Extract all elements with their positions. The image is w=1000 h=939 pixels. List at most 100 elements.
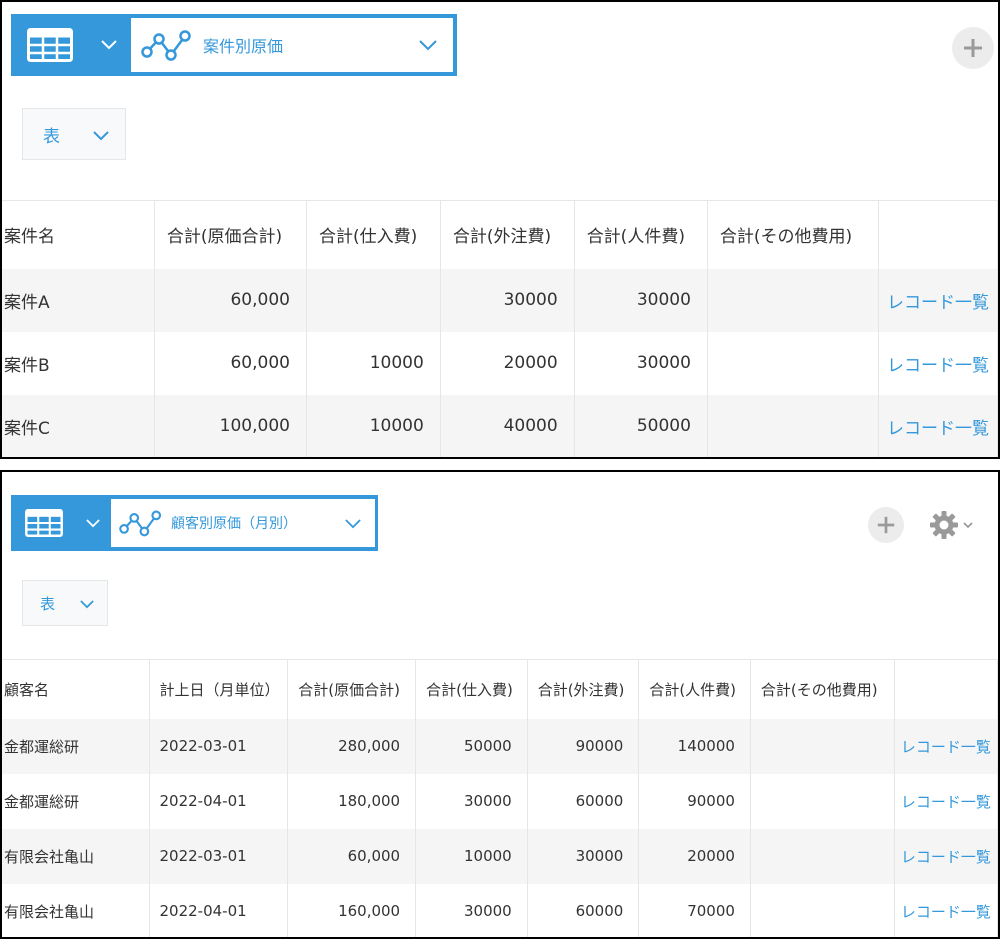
posting-date-cell: 2022-03-01 — [149, 828, 289, 884]
column-header: 顧客名 — [2, 659, 150, 719]
labor-cost-cell: 140000 — [638, 718, 751, 774]
project-name-cell: 案件A — [2, 268, 155, 332]
table-row: 案件C 100,000 10000 40000 50000 レコード一覧 — [2, 394, 998, 457]
labor-cost-cell: 30000 — [574, 331, 708, 395]
column-header: 合計(外注費) — [527, 659, 640, 719]
column-header: 合計(外注費) — [440, 200, 575, 269]
posting-date-cell: 2022-04-01 — [149, 773, 289, 829]
total-cost-cell: 60,000 — [154, 268, 307, 332]
display-mode-label: 表 — [43, 126, 60, 147]
table-grid-icon — [27, 28, 73, 62]
settings-button[interactable] — [929, 510, 973, 540]
record-list-link[interactable]: レコード一覧 — [894, 828, 998, 884]
view-switcher: 顧客別原価（月別） — [11, 495, 378, 551]
table-row: 金都運総研 2022-03-01 280,000 50000 90000 140… — [2, 718, 998, 774]
record-list-link[interactable]: レコード一覧 — [894, 883, 998, 937]
record-list-link[interactable]: レコード一覧 — [894, 773, 998, 829]
chevron-down-icon — [80, 600, 94, 609]
other-cost-cell — [707, 394, 879, 457]
table-header-row: 顧客名 計上日（月単位） 合計(原価合計) 合計(仕入費) 合計(外注費) 合計… — [2, 659, 998, 719]
chevron-down-icon — [419, 40, 437, 51]
record-list-link[interactable]: レコード一覧 — [894, 718, 998, 774]
labor-cost-cell: 70000 — [638, 883, 751, 937]
total-cost-cell: 280,000 — [287, 718, 417, 774]
table-row: 有限会社亀山 2022-03-01 60,000 10000 30000 200… — [2, 828, 998, 884]
display-mode-select[interactable]: 表 — [22, 580, 108, 626]
other-cost-cell — [750, 828, 895, 884]
column-header: 合計(原価合計) — [287, 659, 417, 719]
column-header — [878, 200, 998, 269]
labor-cost-cell: 90000 — [638, 773, 751, 829]
outsourcing-cost-cell: 40000 — [440, 394, 575, 457]
outsourcing-cost-cell: 30000 — [440, 268, 575, 332]
column-header: 案件名 — [2, 200, 155, 269]
table-row: 有限会社亀山 2022-04-01 160,000 30000 60000 70… — [2, 883, 998, 937]
aggregate-table: 顧客名 計上日（月単位） 合計(原価合計) 合計(仕入費) 合計(外注費) 合計… — [2, 659, 998, 937]
add-record-button[interactable] — [952, 27, 994, 69]
customer-name-cell: 有限会社亀山 — [2, 883, 150, 937]
total-cost-cell: 60,000 — [287, 828, 417, 884]
plus-icon — [877, 516, 895, 534]
total-cost-cell: 160,000 — [287, 883, 417, 937]
column-header — [894, 659, 998, 719]
record-list-link[interactable]: レコード一覧 — [878, 394, 998, 457]
add-record-button[interactable] — [868, 507, 904, 543]
purchase-cost-cell: 10000 — [415, 828, 528, 884]
labor-cost-cell: 20000 — [638, 828, 751, 884]
view-name: 顧客別原価（月別） — [171, 516, 297, 532]
purchase-cost-cell: 10000 — [306, 331, 441, 395]
column-header: 合計(その他費用) — [707, 200, 879, 269]
column-header: 合計(仕入費) — [306, 200, 441, 269]
view-switcher: 案件別原価 — [11, 14, 457, 76]
chevron-down-icon — [345, 519, 361, 529]
purchase-cost-cell: 10000 — [306, 394, 441, 457]
project-name-cell: 案件C — [2, 394, 155, 457]
outsourcing-cost-cell: 60000 — [527, 773, 640, 829]
panel-project-cost: 案件別原価 表 案件名 合計(原価合計) 合計(仕入費) 合計(外注費) 合計(… — [0, 0, 1000, 459]
plus-icon — [964, 39, 982, 57]
table-row: 案件B 60,000 10000 20000 30000 レコード一覧 — [2, 331, 998, 395]
posting-date-cell: 2022-04-01 — [149, 883, 289, 937]
posting-date-cell: 2022-03-01 — [149, 718, 289, 774]
column-header: 合計(原価合計) — [154, 200, 307, 269]
other-cost-cell — [707, 331, 879, 395]
column-header: 合計(人件費) — [638, 659, 751, 719]
project-name-cell: 案件B — [2, 331, 155, 395]
view-select[interactable]: 顧客別原価（月別） — [111, 499, 375, 547]
table-row: 案件A 60,000 30000 30000 レコード一覧 — [2, 268, 998, 332]
labor-cost-cell: 50000 — [574, 394, 708, 457]
labor-cost-cell: 30000 — [574, 268, 708, 332]
record-list-link[interactable]: レコード一覧 — [878, 331, 998, 395]
other-cost-cell — [750, 883, 895, 937]
total-cost-cell: 100,000 — [154, 394, 307, 457]
column-header: 合計(仕入費) — [415, 659, 528, 719]
column-header: 合計(人件費) — [574, 200, 708, 269]
display-mode-label: 表 — [40, 594, 56, 613]
customer-name-cell: 有限会社亀山 — [2, 828, 150, 884]
view-type-button[interactable] — [11, 14, 131, 76]
purchase-cost-cell: 30000 — [415, 883, 528, 937]
table-header-row: 案件名 合計(原価合計) 合計(仕入費) 合計(外注費) 合計(人件費) 合計(… — [2, 200, 998, 269]
chevron-down-icon — [963, 521, 973, 528]
record-list-link[interactable]: レコード一覧 — [878, 268, 998, 332]
total-cost-cell: 60,000 — [154, 331, 307, 395]
outsourcing-cost-cell: 30000 — [527, 828, 640, 884]
customer-name-cell: 金都運総研 — [2, 718, 150, 774]
other-cost-cell — [750, 718, 895, 774]
display-mode-select[interactable]: 表 — [22, 108, 126, 160]
outsourcing-cost-cell: 90000 — [527, 718, 640, 774]
column-header: 計上日（月単位） — [149, 659, 289, 719]
column-header: 合計(その他費用) — [750, 659, 895, 719]
total-cost-cell: 180,000 — [287, 773, 417, 829]
view-type-button[interactable] — [11, 495, 109, 551]
view-name: 案件別原価 — [203, 37, 284, 56]
view-select[interactable]: 案件別原価 — [131, 18, 453, 72]
outsourcing-cost-cell: 60000 — [527, 883, 640, 937]
panel-customer-monthly-cost: 顧客別原価（月別） 表 顧客名 計上日（月単位） 合計(原価合計) 合計(仕入費… — [0, 470, 1000, 939]
outsourcing-cost-cell: 20000 — [440, 331, 575, 395]
purchase-cost-cell: 50000 — [415, 718, 528, 774]
line-graph-icon — [141, 30, 191, 61]
aggregate-table: 案件名 合計(原価合計) 合計(仕入費) 合計(外注費) 合計(人件費) 合計(… — [2, 200, 998, 457]
table-grid-icon — [25, 509, 63, 537]
purchase-cost-cell: 30000 — [415, 773, 528, 829]
